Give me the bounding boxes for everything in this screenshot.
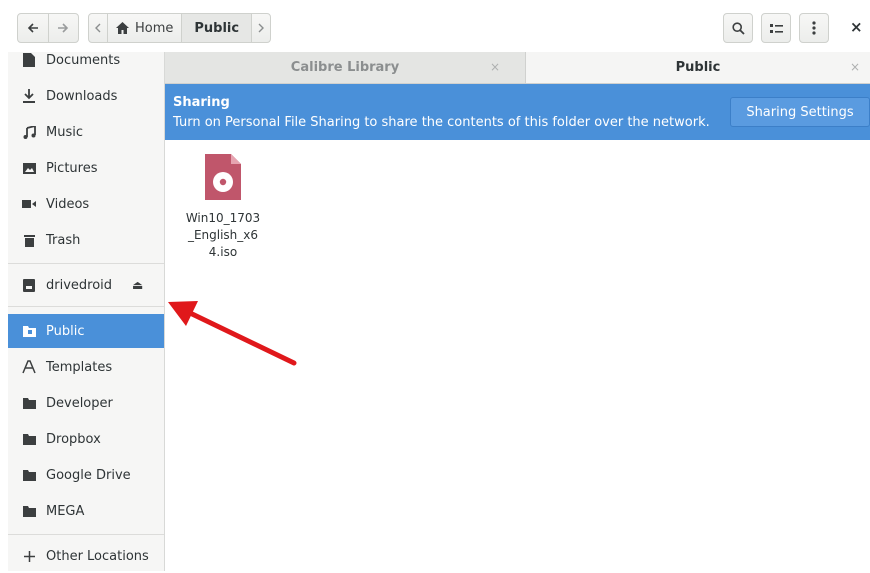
search-button[interactable] <box>723 13 753 43</box>
sidebar-item-other-locations[interactable]: Other Locations <box>8 539 164 573</box>
sidebar: Documents Downloads Music Pictures Video… <box>8 52 165 571</box>
sidebar-item-label: Documents <box>46 52 121 68</box>
sidebar-item-label: Downloads <box>46 88 118 104</box>
sidebar-item-label: Google Drive <box>46 467 131 483</box>
sidebar-item-music[interactable]: Music <box>8 115 164 149</box>
folder-icon <box>22 396 36 410</box>
sharing-settings-button[interactable]: Sharing Settings <box>730 97 870 127</box>
download-icon <box>22 89 36 103</box>
video-icon <box>22 197 36 211</box>
eject-icon[interactable]: ⏏ <box>132 278 143 292</box>
folder-icon <box>22 504 36 518</box>
folder-icon <box>22 432 36 446</box>
sidebar-item-label: Other Locations <box>46 548 149 564</box>
file-name: Win10_1703_English_x64.iso <box>185 211 261 259</box>
tab-bar: Calibre Library × Public × <box>165 52 870 84</box>
path-current-label: Public <box>194 20 240 36</box>
path-home-button[interactable]: Home <box>107 14 181 42</box>
infobar-message: Turn on Personal File Sharing to share t… <box>173 115 710 130</box>
path-bar: Home Public <box>88 13 272 43</box>
search-icon <box>731 21 745 35</box>
sidebar-item-label: Public <box>46 323 85 339</box>
tab-public[interactable]: Public × <box>525 52 870 83</box>
drive-icon <box>22 278 36 292</box>
sidebar-item-label: Pictures <box>46 160 98 176</box>
sidebar-item-label: drivedroid <box>46 277 113 293</box>
arrow-right-icon <box>58 23 69 33</box>
sidebar-item-label: Developer <box>46 395 113 411</box>
sidebar-item-label: Trash <box>46 232 81 248</box>
sidebar-item-label: Dropbox <box>46 431 101 447</box>
sidebar-item-label: MEGA <box>46 503 85 519</box>
path-home-label: Home <box>135 20 174 36</box>
trash-icon <box>22 233 36 247</box>
sidebar-item-pictures[interactable]: Pictures <box>8 151 164 185</box>
plus-icon <box>22 549 36 563</box>
close-icon[interactable]: × <box>490 60 500 74</box>
path-current-button[interactable]: Public <box>181 14 252 42</box>
sidebar-item-label: Music <box>46 124 83 140</box>
picture-icon <box>22 161 36 175</box>
view-toggle-button[interactable] <box>761 13 791 43</box>
sidebar-separator <box>8 306 164 307</box>
chevron-right-icon <box>258 23 265 33</box>
sidebar-item-google-drive[interactable]: Google Drive <box>8 458 164 492</box>
path-scroll-left[interactable] <box>89 14 107 42</box>
sidebar-item-drivedroid[interactable]: drivedroid ⏏ <box>8 268 164 302</box>
templates-icon <box>22 360 36 374</box>
back-button[interactable] <box>18 14 48 42</box>
sidebar-separator <box>8 534 164 535</box>
sharing-infobar: Sharing Turn on Personal File Sharing to… <box>165 84 870 140</box>
sidebar-item-downloads[interactable]: Downloads <box>8 79 164 113</box>
infobar-title: Sharing <box>173 95 230 110</box>
sidebar-item-documents[interactable]: Documents <box>8 43 164 77</box>
window-close-button[interactable]: × <box>850 18 863 36</box>
sidebar-item-dropbox[interactable]: Dropbox <box>8 422 164 456</box>
sidebar-item-public[interactable]: Public <box>8 314 164 348</box>
document-icon <box>22 53 36 67</box>
file-view: Win10_1703_English_x64.iso <box>165 140 870 571</box>
home-icon <box>116 22 129 34</box>
navigation-buttons <box>17 13 79 43</box>
folder-icon <box>22 468 36 482</box>
sidebar-item-label: Videos <box>46 196 90 212</box>
chevron-left-icon <box>95 23 101 33</box>
disc-image-icon <box>205 154 241 200</box>
file-item[interactable]: Win10_1703_English_x64.iso <box>183 152 263 261</box>
close-icon[interactable]: × <box>850 60 860 74</box>
sidebar-separator <box>8 263 164 264</box>
sidebar-item-mega[interactable]: MEGA <box>8 494 164 528</box>
music-icon <box>22 125 36 139</box>
kebab-menu-icon <box>812 21 816 35</box>
menu-button[interactable] <box>799 13 829 43</box>
arrow-left-icon <box>27 23 38 33</box>
sidebar-item-label: Templates <box>46 359 113 375</box>
sidebar-item-videos[interactable]: Videos <box>8 187 164 221</box>
forward-button[interactable] <box>47 14 79 42</box>
sidebar-item-templates[interactable]: Templates <box>8 350 164 384</box>
sidebar-item-trash[interactable]: Trash <box>8 223 164 257</box>
tab-label: Public <box>675 60 721 75</box>
tab-calibre-library[interactable]: Calibre Library × <box>165 52 525 83</box>
list-view-icon <box>769 23 783 33</box>
sidebar-item-developer[interactable]: Developer <box>8 386 164 420</box>
path-scroll-right[interactable] <box>251 14 270 42</box>
folder-public-icon <box>22 324 36 338</box>
tab-label: Calibre Library <box>290 60 400 75</box>
